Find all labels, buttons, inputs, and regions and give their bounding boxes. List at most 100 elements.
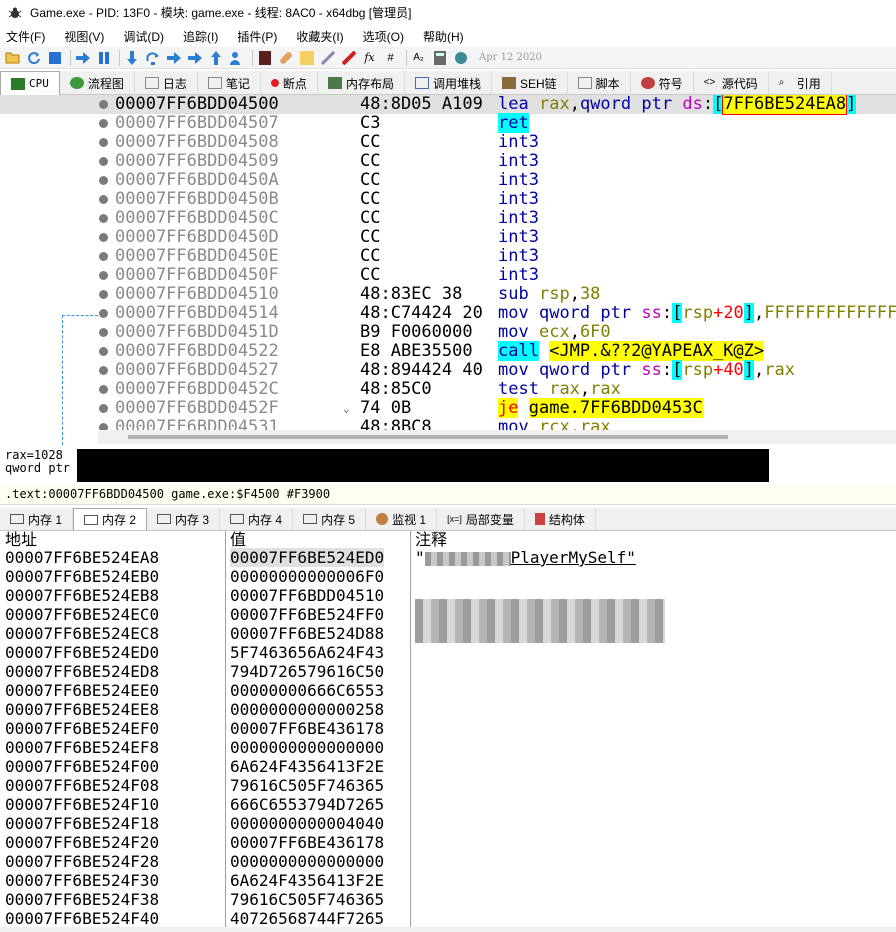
open-icon[interactable] <box>4 49 21 66</box>
disasm-row[interactable]: 00007FF6BDD04510 48:83EC 38 sub rsp,38 <box>0 285 896 304</box>
step-over-icon[interactable] <box>144 49 161 66</box>
execute-till-return-icon[interactable] <box>207 49 224 66</box>
tab-source[interactable]: <> 源代码 <box>694 71 769 95</box>
menu-options[interactable]: 选项(O) <box>363 28 404 45</box>
breakpoint-dot-icon[interactable] <box>99 252 108 261</box>
disasm-row[interactable]: 00007FF6BDD04509 CC int3 <box>0 152 896 171</box>
tab-dump-1[interactable]: 内存 1 <box>0 508 74 530</box>
dump-row[interactable]: 00007FF6BE524F00 6A624F4356413F2E <box>0 757 896 776</box>
menu-help[interactable]: 帮助(H) <box>423 28 464 45</box>
tab-symbols[interactable]: 符号 <box>631 71 694 95</box>
breakpoint-dot-icon[interactable] <box>99 157 108 166</box>
globe-icon[interactable] <box>452 49 469 66</box>
dump-row[interactable]: 00007FF6BE524F30 6A624F4356413F2E <box>0 871 896 890</box>
disasm-row[interactable]: 00007FF6BDD04500 48:8D05 A109 lea rax,qwor… <box>0 95 896 115</box>
breakpoint-dot-icon[interactable] <box>99 347 108 356</box>
disasm-row[interactable]: 00007FF6BDD0450E CC int3 <box>0 247 896 266</box>
tab-locals[interactable]: [x=] 局部变量 <box>437 508 525 530</box>
disasm-row[interactable]: 00007FF6BDD0450C CC int3 <box>0 209 896 228</box>
run-icon[interactable] <box>74 49 91 66</box>
tab-graph[interactable]: 流程图 <box>60 71 135 95</box>
dump-row[interactable]: 00007FF6BE524EA8 00007FF6BE524ED0 " PlayerM… <box>0 548 896 567</box>
breakpoint-dot-icon[interactable] <box>99 119 108 128</box>
dump-row[interactable]: 00007FF6BE524F38 79616C505F746365 <box>0 890 896 909</box>
breakpoint-dot-icon[interactable] <box>99 233 108 242</box>
breakpoint-dot-icon[interactable] <box>99 214 108 223</box>
tab-log[interactable]: 日志 <box>135 71 198 95</box>
dump-row[interactable]: 00007FF6BE524ED0 5F7463656A624F43 <box>0 643 896 662</box>
dump-row[interactable]: 00007FF6BE524F20 00007FF6BE436178 <box>0 833 896 852</box>
tab-watch-1[interactable]: 监视 1 <box>366 508 438 530</box>
dump-row[interactable]: 00007FF6BE524ED8 794D726579616C50 <box>0 662 896 681</box>
dump-row[interactable]: 00007FF6BE524EC8 00007FF6BE524D88 <box>0 624 896 643</box>
breakpoint-dot-icon[interactable] <box>99 423 108 430</box>
dump-row[interactable]: 00007FF6BE524EE0 00000000666C6553 <box>0 681 896 700</box>
bookmarks-icon[interactable] <box>340 49 357 66</box>
dump-row[interactable]: 00007FF6BE524F08 79616C505F746365 <box>0 776 896 795</box>
menu-plugins[interactable]: 插件(P) <box>237 28 277 45</box>
dump-horizontal-scrollbar[interactable] <box>0 927 896 932</box>
tab-seh[interactable]: SEH链 <box>492 71 568 95</box>
tab-breakpoints[interactable]: 断点 <box>261 71 318 95</box>
breakpoint-dot-icon[interactable] <box>99 366 108 375</box>
run-to-user-code-icon[interactable] <box>228 49 245 66</box>
dump-row[interactable]: 00007FF6BE524F40 40726568744F7265 <box>0 909 896 928</box>
dump-row[interactable]: 00007FF6BE524EF8 0000000000000000 <box>0 738 896 757</box>
hash-icon[interactable]: # <box>382 49 399 66</box>
disassembly-view[interactable]: 00007FF6BDD04500 48:8D05 A109 lea rax,qwor… <box>0 95 896 430</box>
tab-dump-2[interactable]: 内存 2 <box>73 508 148 530</box>
breakpoint-dot-icon[interactable] <box>99 100 108 109</box>
disasm-row[interactable]: 00007FF6BDD0450A CC int3 <box>0 171 896 190</box>
disassembly-horizontal-scrollbar[interactable] <box>98 430 896 444</box>
trace-over-icon[interactable] <box>186 49 203 66</box>
breakpoint-dot-icon[interactable] <box>99 385 108 394</box>
dump-row[interactable]: 00007FF6BE524EB0 00000000000006F0 <box>0 567 896 586</box>
menu-debug[interactable]: 调试(D) <box>123 28 164 45</box>
disasm-row[interactable]: 00007FF6BDD04514 48:C74424 20 mov qword pt… <box>0 303 896 323</box>
breakpoint-dot-icon[interactable] <box>99 404 108 413</box>
font-size-icon[interactable]: A₂ <box>410 49 427 66</box>
dump-row[interactable]: 00007FF6BE524F10 666C6553794D7265 <box>0 795 896 814</box>
tab-notes[interactable]: 笔记 <box>198 71 261 95</box>
breakpoint-dot-icon[interactable] <box>99 195 108 204</box>
dump-row[interactable]: 00007FF6BE524EF0 00007FF6BE436178 <box>0 719 896 738</box>
disasm-row[interactable]: 00007FF6BDD04507 C3 ret <box>0 113 896 133</box>
tab-call-stack[interactable]: 调用堆栈 <box>405 71 492 95</box>
disasm-row[interactable]: 00007FF6BDD0450B CC int3 <box>0 190 896 209</box>
disasm-row[interactable]: 00007FF6BDD04527 48:894424 40 mov qword pt… <box>0 360 896 380</box>
disasm-row[interactable]: 00007FF6BDD0452C 48:85C0 test rax,rax <box>0 380 896 399</box>
menu-favourites[interactable]: 收藏夹(I) <box>296 28 343 45</box>
disasm-row[interactable]: 00007FF6BDD0452F ⌄ 74 0B je game.7FF6BDD045… <box>0 398 896 418</box>
pause-icon[interactable] <box>95 49 112 66</box>
dump-row[interactable]: 00007FF6BE524EE8 0000000000000258 <box>0 700 896 719</box>
tab-cpu[interactable]: CPU <box>0 71 60 95</box>
step-into-icon[interactable] <box>123 49 140 66</box>
scrollbar-thumb[interactable] <box>128 435 728 439</box>
column-header-value[interactable]: 值 <box>230 531 246 548</box>
restart-icon[interactable] <box>25 49 42 66</box>
breakpoint-dot-icon[interactable] <box>99 138 108 147</box>
breakpoint-dot-icon[interactable] <box>99 328 108 337</box>
breakpoint-dot-icon[interactable] <box>99 290 108 299</box>
comments-icon[interactable] <box>298 49 315 66</box>
patch-icon[interactable] <box>277 49 294 66</box>
dump-row[interactable]: 00007FF6BE524F28 0000000000000000 <box>0 852 896 871</box>
tab-dump-5[interactable]: 内存 5 <box>293 508 367 530</box>
tab-references[interactable]: ⌕ 引用 <box>769 71 832 95</box>
dump-row[interactable]: 00007FF6BE524EB8 00007FF6BDD04510 <box>0 586 896 605</box>
tab-script[interactable]: 脚本 <box>568 71 631 95</box>
labels-icon[interactable] <box>319 49 336 66</box>
dump-row[interactable]: 00007FF6BE524EC0 00007FF6BE524FF0 <box>0 605 896 624</box>
disasm-row[interactable]: 00007FF6BDD04531 48:8BC8 mov rcx,rax <box>0 418 896 430</box>
column-header-address[interactable]: 地址 <box>5 531 37 548</box>
tab-dump-3[interactable]: 内存 3 <box>147 508 221 530</box>
disasm-row[interactable]: 00007FF6BDD04522 E8 ABE35500 call <JMP.&??… <box>0 341 896 361</box>
dump-view[interactable]: 地址 值 注释 00007FF6BE524EA8 00007FF6BE524ED0… <box>0 531 896 932</box>
dump-row[interactable]: 00007FF6BE524F18 0000000000004040 <box>0 814 896 833</box>
tab-memory-map[interactable]: 内存布局 <box>318 71 405 95</box>
disasm-row[interactable]: 00007FF6BDD04508 CC int3 <box>0 133 896 152</box>
breakpoint-dot-icon[interactable] <box>99 176 108 185</box>
menu-view[interactable]: 视图(V) <box>64 28 104 45</box>
disasm-row[interactable]: 00007FF6BDD0450F CC int3 <box>0 266 896 285</box>
breakpoint-dot-icon[interactable] <box>99 271 108 280</box>
